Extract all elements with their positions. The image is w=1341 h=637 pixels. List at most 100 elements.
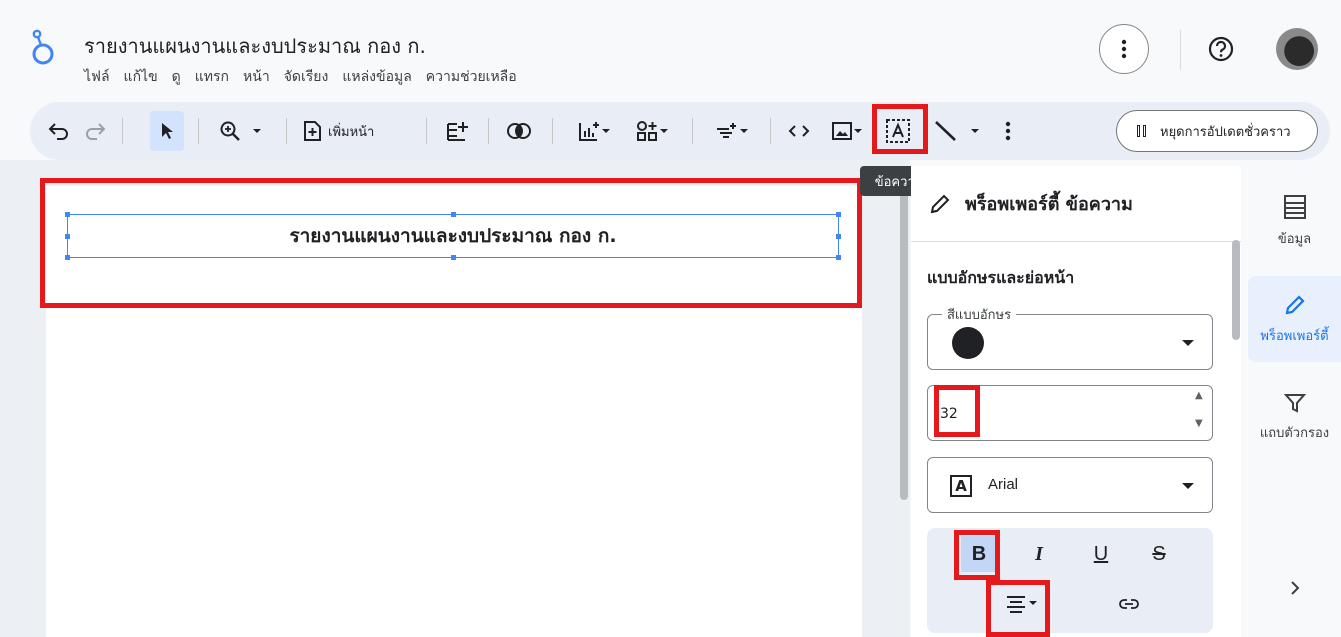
toolbar-divider <box>552 118 553 144</box>
font-color-picker[interactable]: สีแบบอักษร <box>927 304 1213 370</box>
toolbar-divider <box>286 118 287 144</box>
menu-data-source[interactable]: แหล่งข้อมูล <box>342 66 411 88</box>
font-color-swatch <box>952 327 984 359</box>
font-color-label: สีแบบอักษร <box>942 304 1017 325</box>
menu-edit[interactable]: แก้ไข <box>124 66 158 88</box>
embed-code-button[interactable] <box>782 111 816 151</box>
highlight-bold <box>954 530 1000 580</box>
blend-icon <box>507 123 531 139</box>
toolbar-divider <box>692 118 693 144</box>
panel-title: พร็อพเพอร์ตี้ ข้อความ <box>965 194 1133 215</box>
highlight-align <box>986 580 1050 637</box>
rail-item-filter-bar[interactable]: แถบตัวกรอง <box>1248 374 1341 460</box>
redo-button[interactable] <box>80 111 110 151</box>
filter-icon <box>1283 393 1306 413</box>
menu-view[interactable]: ดู <box>172 66 181 88</box>
add-chart-icon <box>579 122 599 141</box>
pause-updates-button[interactable]: หยุดการอัปเดตชั่วคราว <box>1116 110 1318 152</box>
blend-data-button[interactable] <box>502 111 536 151</box>
help-icon[interactable] <box>1206 34 1236 64</box>
rail-expand-button[interactable] <box>1248 558 1341 618</box>
chevron-down-icon <box>660 129 668 133</box>
undo-icon <box>48 123 68 140</box>
rail-item-properties[interactable]: พร็อพเพอร์ตี้ <box>1248 276 1341 362</box>
header-divider <box>1180 30 1181 70</box>
highlight-font-size <box>934 385 980 437</box>
pause-icon <box>1137 125 1146 137</box>
spinner-down-icon[interactable]: ▼ <box>1195 418 1203 429</box>
strikethrough-button[interactable]: S <box>1141 536 1177 572</box>
more-vert-icon <box>1005 121 1011 141</box>
toolbar-divider <box>122 118 123 144</box>
toolbar-divider <box>426 118 427 144</box>
add-data-icon <box>447 122 468 141</box>
document-title[interactable]: รายงานแผนงานและงบประมาณ กอง ก. <box>84 30 426 62</box>
menu-help[interactable]: ความช่วยเหลือ <box>426 66 517 88</box>
add-control-icon <box>637 121 657 141</box>
toolbar-divider <box>770 118 771 144</box>
pencil-icon <box>1285 294 1305 314</box>
panel-header: พร็อพเพอร์ตี้ ข้อความ <box>911 166 1241 242</box>
chevron-down-icon <box>253 129 261 133</box>
chevron-down-icon <box>1182 340 1194 346</box>
redo-icon <box>86 123 106 140</box>
data-table-icon <box>1283 194 1306 219</box>
chevron-down-icon <box>602 129 610 133</box>
rail-label-data: ข้อมูล <box>1277 231 1312 247</box>
highlight-text-box <box>40 178 862 308</box>
canvas-scrollbar[interactable] <box>900 170 908 500</box>
menu-arrange[interactable]: จัดเรียง <box>284 66 329 88</box>
select-tool-button[interactable] <box>150 111 184 151</box>
menu-bar: ไฟล์ แก้ไข ดู แทรก หน้า จัดเรียง แหล่งข้… <box>84 66 517 88</box>
toolbar-divider <box>198 118 199 144</box>
zoom-button[interactable] <box>216 111 266 151</box>
looker-studio-logo-icon[interactable] <box>28 28 58 68</box>
line-icon <box>935 121 956 141</box>
more-vert-icon <box>1121 39 1127 59</box>
underline-button[interactable]: U <box>1083 536 1119 572</box>
chevron-down-icon <box>1182 483 1194 489</box>
pencil-icon <box>930 194 950 213</box>
app-header: รายงานแผนงานและงบประมาณ กอง ก. ไฟล์ แก้ไ… <box>0 0 1341 100</box>
italic-button[interactable]: I <box>1021 536 1057 572</box>
add-page-icon <box>304 121 321 141</box>
font-section-title: แบบอักษรและย่อหน้า <box>927 268 1075 287</box>
link-button[interactable] <box>1111 586 1147 622</box>
add-page-label: เพิ่มหน้า <box>328 124 375 140</box>
add-page-button[interactable]: เพิ่มหน้า <box>302 111 410 151</box>
add-control-button[interactable] <box>626 111 678 151</box>
font-family-select[interactable]: A Arial <box>927 457 1213 513</box>
side-rail: ข้อมูล พร็อพเพอร์ตี้ แถบตัวกรอง <box>1242 166 1341 637</box>
toolbar-divider <box>488 118 489 144</box>
insert-image-button[interactable] <box>826 111 868 151</box>
rail-label-properties: พร็อพเพอร์ตี้ <box>1260 328 1329 344</box>
chevron-down-icon <box>740 129 748 133</box>
image-icon <box>832 122 852 140</box>
add-chart-button[interactable] <box>568 111 620 151</box>
font-family-value: Arial <box>988 476 1019 493</box>
account-avatar[interactable] <box>1276 28 1318 70</box>
rail-label-filter-bar: แถบตัวกรอง <box>1259 425 1330 441</box>
chevron-down-icon <box>971 129 979 133</box>
add-filter-button[interactable] <box>706 111 758 151</box>
link-icon <box>1119 599 1139 609</box>
code-icon <box>788 125 810 137</box>
line-tool-button[interactable] <box>926 111 988 151</box>
chevron-down-icon <box>854 129 862 133</box>
more-options-button[interactable] <box>1099 24 1149 74</box>
toolbar-more-button[interactable] <box>996 111 1020 151</box>
menu-insert[interactable]: แทรก <box>195 66 229 88</box>
chevron-right-icon <box>1290 581 1299 595</box>
cursor-arrow-icon <box>162 123 173 139</box>
panel-scrollbar[interactable] <box>1232 240 1240 340</box>
toolbar: เพิ่มหน้า หยุดการอัปเดตชั่วคราว <box>30 102 1330 160</box>
menu-file[interactable]: ไฟล์ <box>84 66 110 88</box>
filter-add-icon <box>717 123 736 138</box>
rail-item-data[interactable]: ข้อมูล <box>1248 178 1341 264</box>
menu-page[interactable]: หน้า <box>243 66 270 88</box>
spinner-up-icon[interactable]: ▲ <box>1195 390 1203 401</box>
undo-button[interactable] <box>44 111 74 151</box>
add-data-button[interactable] <box>440 111 474 151</box>
pause-updates-label: หยุดการอัปเดตชั่วคราว <box>1160 124 1291 140</box>
zoom-in-icon <box>220 121 240 141</box>
